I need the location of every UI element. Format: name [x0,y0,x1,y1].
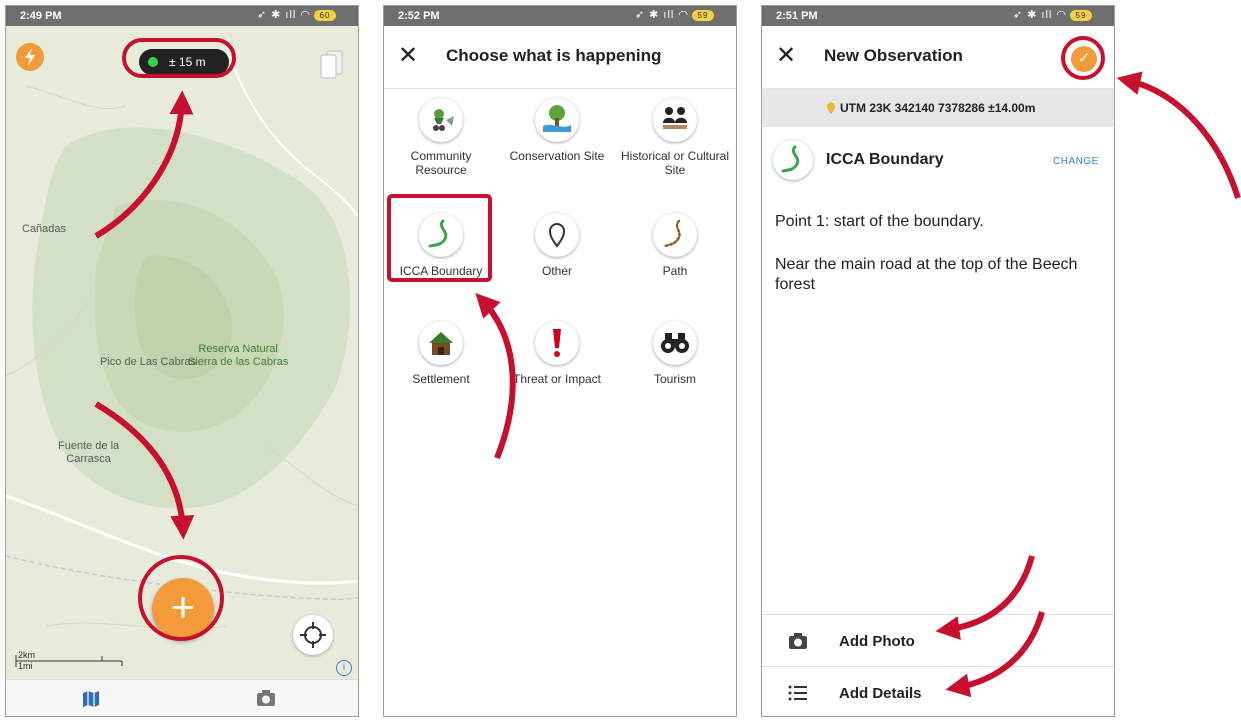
category-label: Tourism [653,372,696,386]
battery-icon: 60 [314,9,336,21]
category-threat-impact[interactable]: Threat or Impact [502,321,612,386]
category-label: Path [662,264,688,278]
page-title: Choose what is happening [446,46,662,65]
observation-category: ICCA Boundary [826,151,944,168]
add-observation-button[interactable]: + [152,578,214,640]
status-bar: 2:49 PM ➶ ✱ ıll ◠ 60 [6,6,358,26]
observation-note[interactable]: Point 1: start of the boundary. [775,212,1095,232]
add-photo-label: Add Photo [839,633,915,650]
phone-observation-screen: 2:51 PM ➶ ✱ ıll ◠ 59 ✕ New Observation ✓ … [761,5,1115,717]
binoculars-icon [653,321,697,365]
bottom-nav [6,679,358,716]
app-bar: ✕ New Observation [762,26,1114,89]
info-icon[interactable]: i [336,660,352,676]
category-label: Other [541,264,572,278]
category-conservation-site[interactable]: Conservation Site [502,98,612,163]
layers-icon[interactable] [318,49,344,79]
category-icca-boundary[interactable]: ICCA Boundary [386,213,496,278]
app-bar: ✕ Choose what is happening [384,26,736,89]
add-photo-row[interactable]: Add Photo [762,614,1114,667]
layers-icon-glyph [320,50,343,79]
status-bar: 2:51 PM ➶ ✱ ıll ◠ 59 [762,6,1114,26]
historical-site-icon [653,98,697,142]
gps-status-dot [148,57,158,67]
category-community-resource[interactable]: Community Resource [386,98,496,177]
arrow-to-save [1116,71,1241,199]
gps-accuracy-pill[interactable]: ± 15 m [139,49,229,75]
map-pin-icon [535,213,579,257]
exclamation-icon [535,321,579,365]
status-time: 2:49 PM [20,10,62,22]
category-tourism[interactable]: Tourism [620,321,730,386]
battery-icon: 59 [692,9,714,21]
page-title: New Observation [824,46,963,65]
category-label: Threat or Impact [512,372,602,386]
category-label: Community Resource [410,149,472,177]
phone-category-screen: 2:52 PM ➶ ✱ ıll ◠ 59 ✕ Choose what is hap… [383,5,737,717]
house-icon [419,321,463,365]
status-icons: ➶ ✱ ıll ◠ 60 [257,8,336,21]
location-pin-icon [827,102,835,114]
status-icons: ➶ ✱ ıll ◠ 59 [635,8,714,21]
coordinates-bar: UTM 23K 342140 7378286 ±14.00m [762,89,1114,127]
category-label: Historical or Cultural Site [620,149,730,177]
coordinates-text: UTM 23K 342140 7378286 ±14.00m [840,101,1036,115]
scale-mi: 1mi [18,661,33,671]
flash-icon-glyph [25,48,35,66]
camera-icon[interactable] [256,689,276,707]
map-label-fuente: Fuente de la Carrasca [58,440,120,465]
map-icon[interactable] [82,690,100,708]
list-icon [788,685,807,701]
change-category-link[interactable]: CHANGE [1053,156,1099,167]
community-resource-icon [419,98,463,142]
category-label: ICCA Boundary [399,264,483,278]
category-label: Settlement [412,372,470,386]
camera-icon [789,633,807,649]
crosshair-icon-glyph [300,622,326,648]
close-icon[interactable]: ✕ [776,44,796,68]
path-icon [653,213,697,257]
map-label-canadas: Cañadas [22,223,67,235]
crosshair-icon[interactable] [293,615,333,655]
phone-map-screen: 2:49 PM ➶ ✱ ıll ◠ 60 Cañadas Reserva Natu… [5,5,359,717]
icca-boundary-icon [419,213,463,257]
category-label: Conservation Site [509,149,605,163]
category-historical-site[interactable]: Historical or Cultural Site [620,98,730,177]
gps-accuracy-text: ± 15 m [169,55,206,69]
map-label-pico: Pico de Las Cabras [100,356,196,368]
status-icons: ➶ ✱ ıll ◠ 59 [1013,8,1092,21]
close-icon[interactable]: ✕ [398,44,418,68]
status-time: 2:51 PM [776,10,818,22]
battery-icon: 59 [1070,9,1092,21]
icca-boundary-icon [773,140,813,180]
category-path[interactable]: Path [620,213,730,278]
category-other[interactable]: Other [502,213,612,278]
map-label-reserva: Reserva Natural Sierra de las Cabras [188,343,289,368]
category-settlement[interactable]: Settlement [386,321,496,386]
add-details-row[interactable]: Add Details [762,666,1114,716]
status-bar: 2:52 PM ➶ ✱ ıll ◠ 59 [384,6,736,26]
scale-km: 2km [18,650,36,660]
save-observation-button[interactable]: ✓ [1071,46,1097,72]
status-time: 2:52 PM [398,10,440,22]
conservation-site-icon [535,98,579,142]
observation-note[interactable]: Near the main road at the top of the Bee… [775,255,1095,295]
flash-icon[interactable] [16,43,44,71]
add-details-label: Add Details [839,685,922,702]
